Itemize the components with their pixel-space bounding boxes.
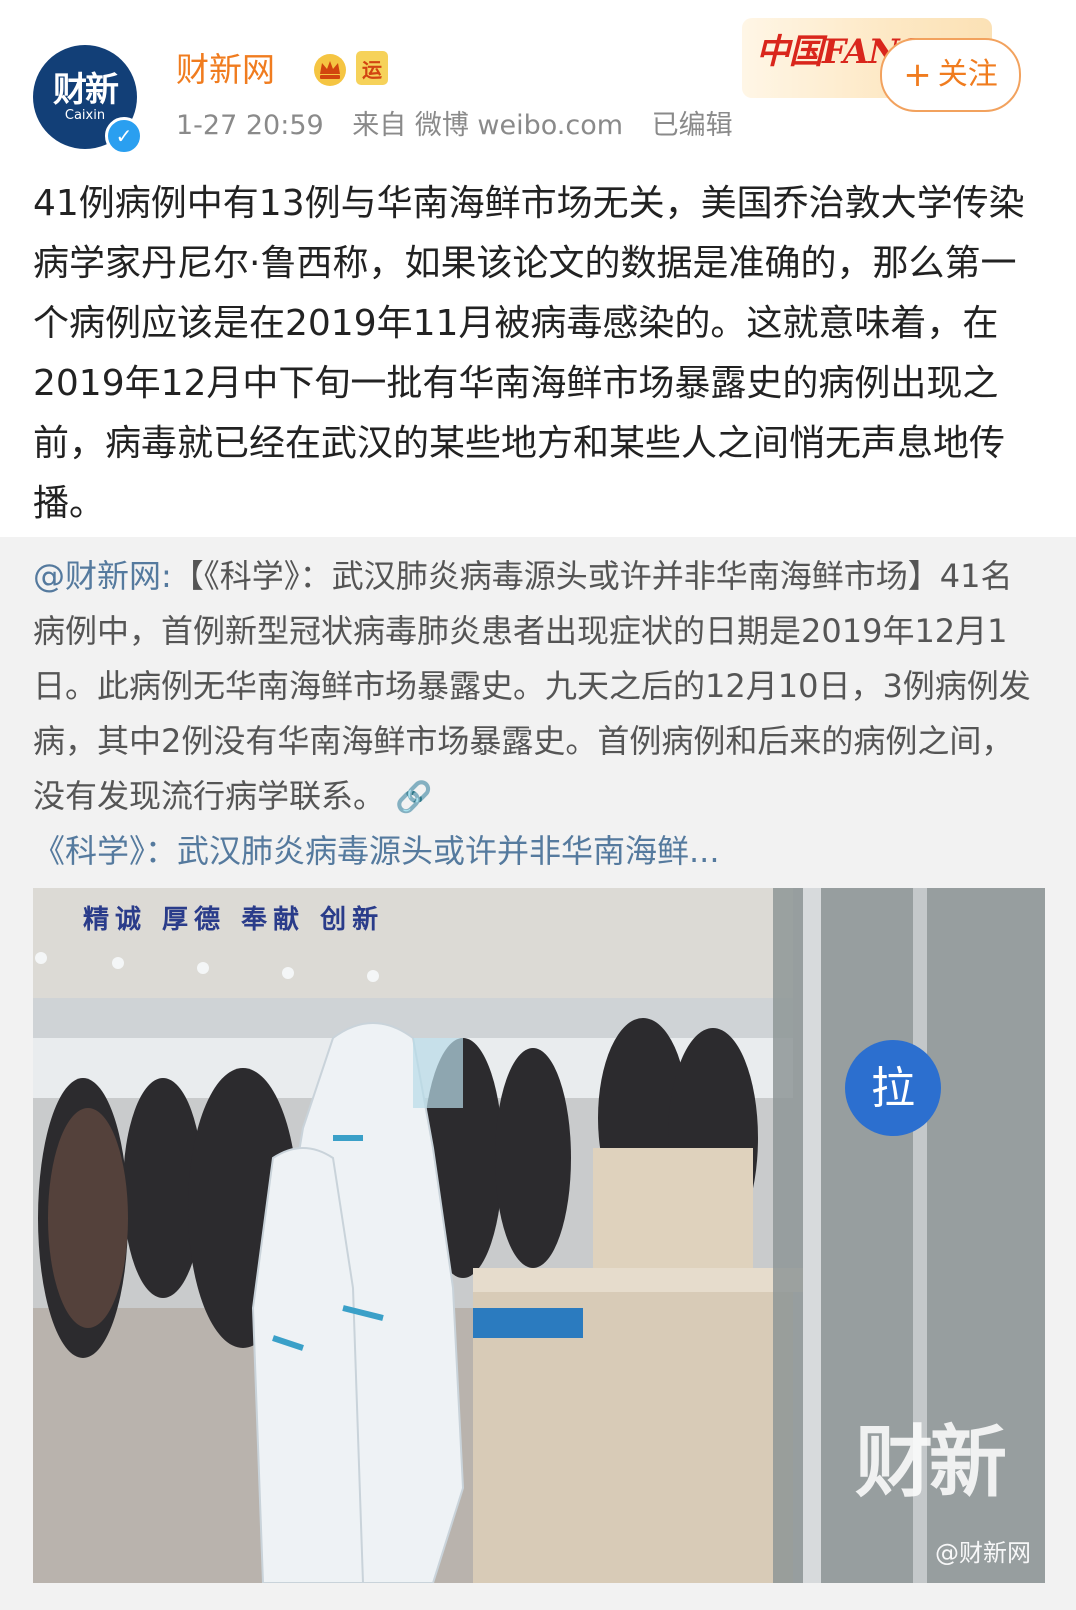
- post-time: 1-27 20:59: [176, 110, 324, 141]
- weibo-post: 财新 Caixin ✓ 财新网 运 1-27 20:59 来自 微博 weibo…: [0, 0, 1076, 1610]
- post-meta: 1-27 20:59 来自 微博 weibo.com 已编辑: [176, 109, 753, 143]
- follow-button[interactable]: + 关注: [880, 38, 1021, 112]
- plus-icon: +: [903, 55, 932, 95]
- avatar-logo: 财新: [53, 70, 119, 110]
- photo-credit: @财新网: [935, 1539, 1031, 1567]
- username[interactable]: 财新网: [176, 50, 275, 90]
- post-source: 来自 微博 weibo.com: [352, 110, 624, 141]
- repost-text: 【《科学》：武汉肺炎病毒源头或许并非华南海鲜市场】41名病例中，首例新型冠状病毒…: [33, 557, 1031, 815]
- crown-icon: [314, 54, 346, 86]
- yun-badge-icon: 运: [356, 51, 388, 85]
- post-photo[interactable]: 拉 精诚 厚德 奉献 创新 财新 @财新网: [33, 888, 1045, 1583]
- edited-label[interactable]: 已编辑: [652, 110, 733, 141]
- avatar-logo-sub: Caixin: [64, 108, 106, 123]
- photo-watermark: 财新: [854, 1418, 1007, 1508]
- door-sign: 拉: [871, 1063, 915, 1114]
- repost-link[interactable]: 《科学》：武汉肺炎病毒源头或许并非华南海鲜...: [33, 826, 1043, 876]
- verified-icon: ✓: [105, 117, 143, 155]
- link-icon[interactable]: 🔗: [395, 770, 432, 825]
- wall-banner-text: 精诚 厚德 奉献 创新: [83, 904, 384, 935]
- repost-mention[interactable]: @财新网:: [33, 557, 172, 595]
- follow-label: 关注: [937, 57, 998, 92]
- repost-content: @财新网:【《科学》：武汉肺炎病毒源头或许并非华南海鲜市场】41名病例中，首例新…: [33, 549, 1043, 825]
- post-text: 41例病例中有13例与华南海鲜市场无关，美国乔治敦大学传染病学家丹尼尔·鲁西称，…: [33, 183, 1025, 524]
